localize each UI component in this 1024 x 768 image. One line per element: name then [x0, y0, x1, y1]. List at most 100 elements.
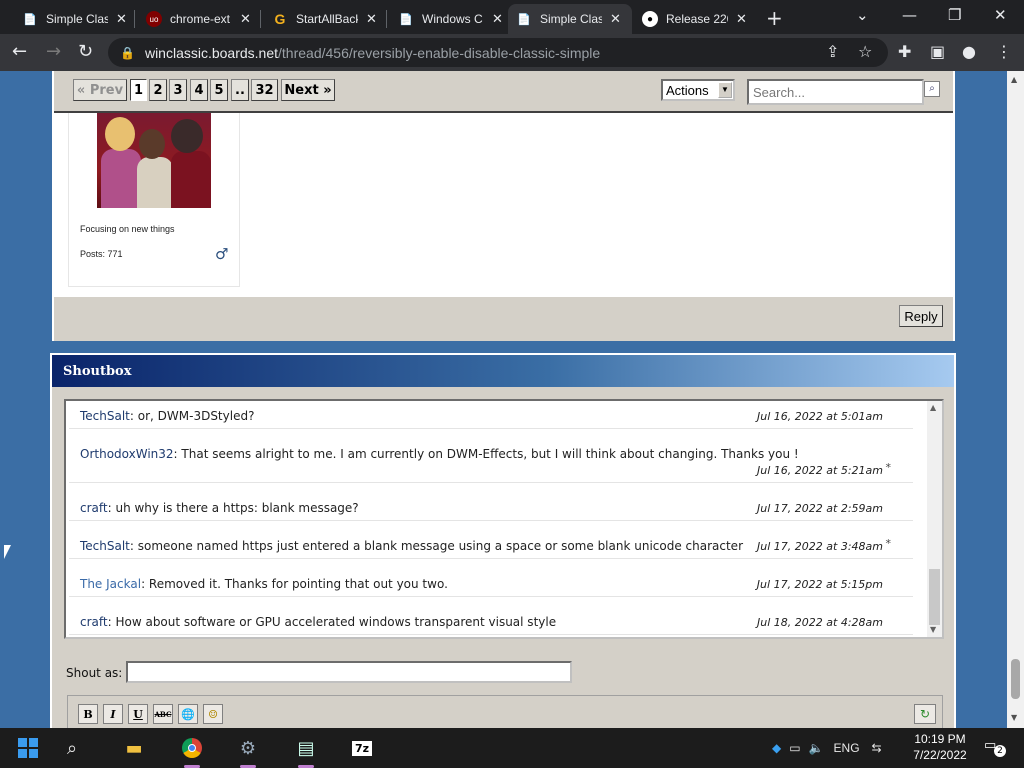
forward-icon[interactable]: → — [46, 42, 61, 62]
window-close-icon[interactable]: ✕ — [994, 6, 1007, 24]
notification-icon[interactable]: ▭ 2 — [984, 738, 1006, 758]
shout-as-label: Shout as: — [66, 666, 123, 680]
reply-button[interactable]: Reply — [899, 305, 943, 327]
tab-title: StartAllBack — [296, 12, 358, 26]
browser-tab-active[interactable]: 📄 Simple Clas ✕ — [508, 4, 632, 34]
page-button-current[interactable]: 1 — [130, 79, 147, 101]
windows-taskbar: ⌕ ▬ ⚙ ▤ 7z ◆ ▭ 🔈 ENG ⇆ 10:19 PM 7/22/202… — [0, 728, 1024, 768]
search-icon[interactable]: ⌕ — [52, 728, 92, 768]
menu-icon[interactable]: ⋮ — [996, 42, 1012, 61]
chevron-down-icon[interactable]: ▼ — [718, 82, 732, 98]
page-button[interactable]: 3 — [169, 79, 187, 101]
shout-list-scrollbar[interactable]: ▲ ▼ — [927, 401, 942, 637]
shout-user-link[interactable]: OrthodoxWin32 — [80, 447, 174, 461]
scroll-up-icon[interactable]: ▲ — [1011, 75, 1017, 84]
close-icon[interactable]: ✕ — [736, 11, 747, 27]
browser-toolbar: ← → ↻ 🔒 winclassic.boards.net/thread/456… — [0, 34, 1024, 71]
system-clock[interactable]: 10:19 PM 7/22/2022 — [910, 731, 970, 763]
shout-user-link[interactable]: craft — [80, 615, 108, 629]
page-button[interactable]: 32 — [251, 79, 278, 101]
shout-timestamp: Jul 17, 2022 at 3:48am — [757, 540, 883, 553]
scrollbar-thumb[interactable] — [929, 569, 940, 625]
refresh-icon[interactable]: ↻ — [914, 704, 936, 724]
actions-select-value: Actions — [666, 82, 709, 98]
close-icon[interactable]: ✕ — [366, 11, 377, 27]
next-page-button[interactable]: Next » — [281, 79, 335, 101]
browser-tab[interactable]: 📄 Simple Clas ✕ — [14, 4, 135, 34]
address-bar[interactable]: 🔒 winclassic.boards.net/thread/456/rever… — [108, 38, 888, 67]
tab-title: Simple Clas — [540, 12, 602, 26]
minimize-icon[interactable]: — — [902, 6, 917, 24]
restore-icon[interactable]: ❐ — [948, 6, 961, 24]
back-icon[interactable]: ← — [12, 42, 27, 62]
browser-tab[interactable]: ● Release 220 ✕ — [634, 4, 755, 34]
actions-select[interactable]: Actions ▼ — [661, 79, 735, 101]
shout-user-link[interactable]: TechSalt — [80, 539, 130, 553]
chrome-icon[interactable] — [172, 728, 212, 768]
page-icon: 📄 — [399, 13, 413, 26]
defender-icon[interactable]: ◆ — [772, 741, 781, 755]
emoji-button[interactable]: ☺ — [203, 704, 223, 724]
start-button[interactable] — [8, 728, 48, 768]
shout-user-link[interactable]: The Jackal — [80, 577, 141, 591]
close-icon[interactable]: ✕ — [610, 11, 621, 27]
close-icon[interactable]: ✕ — [116, 11, 127, 27]
scrollbar-thumb[interactable] — [1011, 659, 1020, 699]
browser-tab[interactable]: 📄 Windows C ✕ — [390, 4, 511, 34]
user-profile-card: Focusing on new things Posts: 771 ♂ — [68, 113, 240, 287]
shout-item: TechSalt: someone named https just enter… — [69, 531, 913, 559]
profile-icon[interactable]: ● — [962, 42, 976, 61]
underline-button[interactable]: U — [128, 704, 148, 724]
7zip-icon[interactable]: 7z — [342, 728, 382, 768]
tab-title: Windows C — [422, 12, 483, 26]
browser-tab[interactable]: G StartAllBack ✕ — [264, 4, 385, 34]
page-scrollbar[interactable]: ▲ ▼ — [1007, 71, 1024, 728]
user-post-count: Posts: 771 — [80, 249, 123, 259]
link-button[interactable]: 🌐 — [178, 704, 198, 724]
notepad-icon[interactable]: ▤ — [286, 728, 326, 768]
page-ellipsis: .. — [231, 79, 249, 101]
shout-timestamp: Jul 16, 2022 at 5:01am — [757, 410, 883, 423]
extensions-icon[interactable]: ✚ — [898, 42, 911, 61]
close-icon[interactable]: ✕ — [492, 11, 503, 27]
shout-user-link[interactable]: TechSalt — [80, 409, 130, 423]
search-icon[interactable]: ⌕ — [924, 81, 940, 97]
close-icon[interactable]: ✕ — [240, 11, 251, 27]
reload-icon[interactable]: ↻ — [78, 42, 93, 62]
shout-item: The Jackal: Removed it. Thanks for point… — [69, 569, 913, 597]
shout-user-link[interactable]: craft — [80, 501, 108, 515]
file-explorer-icon[interactable]: ▬ — [114, 728, 154, 768]
volume-icon[interactable]: 🔈 — [809, 741, 824, 755]
share-icon[interactable]: ⇪ — [826, 42, 839, 61]
shout-input[interactable] — [126, 661, 572, 683]
network-icon[interactable]: ▭ — [789, 741, 800, 755]
scroll-down-icon[interactable]: ▼ — [1011, 713, 1017, 722]
new-tab-icon[interactable]: + — [766, 6, 783, 30]
settings-gear-icon[interactable]: ⚙ — [228, 728, 268, 768]
side-panel-icon[interactable]: ▣ — [930, 42, 945, 61]
system-tray: ◆ ▭ 🔈 ENG ⇆ — [772, 728, 882, 768]
avatar[interactable] — [97, 113, 211, 208]
shout-item: OrthodoxWin32: That seems alright to me.… — [69, 439, 913, 483]
prev-page-button[interactable]: « Prev — [73, 79, 127, 101]
browser-tab[interactable]: uo chrome-ext ✕ — [138, 4, 259, 34]
scroll-down-icon[interactable]: ▼ — [930, 625, 936, 634]
strikethrough-button[interactable]: ABC — [153, 704, 173, 724]
bold-button[interactable]: B — [78, 704, 98, 724]
language-indicator[interactable]: ENG — [834, 741, 860, 755]
shout-text: : Removed it. Thanks for pointing that o… — [141, 577, 448, 591]
shout-item: TechSalt: or, DWM-3DStyled? Jul 16, 2022… — [69, 401, 913, 429]
tab-search-icon[interactable]: ⌄ — [856, 6, 869, 24]
page-icon: 📄 — [23, 13, 37, 26]
page-button[interactable]: 5 — [210, 79, 228, 101]
tab-title: chrome-ext — [170, 12, 231, 26]
page-button[interactable]: 4 — [190, 79, 208, 101]
italic-button[interactable]: I — [103, 704, 123, 724]
clock-date: 7/22/2022 — [913, 748, 967, 762]
pen-icon[interactable]: ⇆ — [872, 741, 882, 755]
page-button[interactable]: 2 — [149, 79, 167, 101]
bookmark-star-icon[interactable]: ☆ — [858, 42, 872, 61]
search-input[interactable]: Search... — [747, 79, 924, 105]
scroll-up-icon[interactable]: ▲ — [930, 403, 936, 412]
lock-icon[interactable]: 🔒 — [120, 46, 135, 60]
